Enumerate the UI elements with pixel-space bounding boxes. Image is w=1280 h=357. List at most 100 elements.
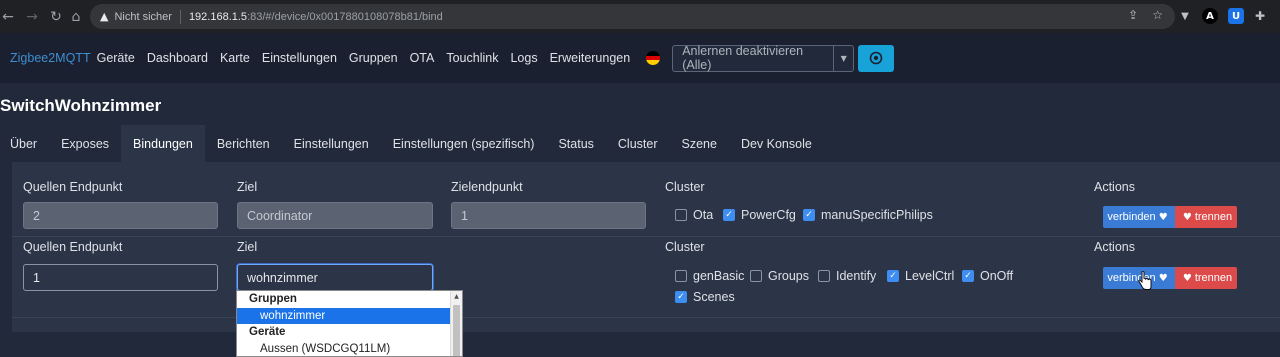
nav-erweiterungen[interactable]: Erweiterungen <box>550 51 631 65</box>
url-path: :83/#/device/0x0017880108078b81/bind <box>247 10 443 23</box>
dropdown-scrollbar[interactable]: ▲ <box>450 291 462 356</box>
hand-cursor-icon <box>1138 271 1152 290</box>
target-select[interactable]: wohnzimmer <box>237 264 433 291</box>
address-bar[interactable]: ▲ Nicht sicher 192.168.1.5:83/#/device/0… <box>90 4 1175 29</box>
nav-karte[interactable]: Karte <box>220 51 250 65</box>
cluster-name: LevelCtrl <box>905 269 955 283</box>
target-label: Ziel <box>237 240 258 254</box>
cluster-checkbox-ota[interactable]: Ota <box>675 208 713 222</box>
cluster-checkbox-levelctrl[interactable]: ✓ LevelCtrl <box>887 269 954 283</box>
target-label: Ziel <box>237 180 258 194</box>
browser-toolbar: ← → ↻ ⌂ ▲ Nicht sicher 192.168.1.5:83/#/… <box>0 0 1280 33</box>
unbind-label: trennen <box>1194 211 1233 223</box>
tab-dev-konsole[interactable]: Dev Konsole <box>729 125 824 162</box>
cluster-checkbox-identify[interactable]: Identify <box>818 269 876 283</box>
permit-join-label: Anlernen deaktivieren (Alle) <box>682 44 804 72</box>
checkbox-icon <box>675 209 687 221</box>
cluster-name: Identify <box>836 269 877 283</box>
divider <box>12 317 1280 318</box>
nav-geraete[interactable]: Geräte <box>97 51 135 65</box>
source-endpoint-select[interactable]: 2 <box>23 202 218 229</box>
nav-einstellungen[interactable]: Einstellungen <box>262 51 337 65</box>
cluster-name: genBasic <box>693 269 745 283</box>
cluster-checkbox-powercfg[interactable]: ✓ PowerCfg <box>723 208 796 222</box>
puzzle-icon[interactable]: ✚ <box>1252 8 1268 24</box>
divider <box>12 236 1280 237</box>
security-label: Nicht sicher <box>114 10 172 23</box>
target-endpoint-select[interactable]: 1 <box>451 202 646 229</box>
actions-label: Actions <box>1094 180 1135 194</box>
checkbox-icon <box>750 270 762 282</box>
permit-join-select[interactable]: Anlernen deaktivieren (Alle) ▼ <box>672 44 855 72</box>
dropdown-group-header: Gruppen <box>249 293 297 306</box>
nav-dashboard[interactable]: Dashboard <box>147 51 208 65</box>
cluster-checkbox-scenes[interactable]: ✓ Scenes <box>675 290 735 304</box>
source-endpoint-select[interactable]: 1 <box>23 264 218 291</box>
dropdown-option-wohnzimmer[interactable]: wohnzimmer <box>237 307 451 324</box>
scroll-up-icon[interactable]: ▲ <box>451 291 462 303</box>
tab-status[interactable]: Status <box>546 125 605 162</box>
binding-actions: verbinden ♥ ♥ trennen <box>1103 267 1237 289</box>
back-icon[interactable]: ← <box>0 9 20 25</box>
url-host: 192.168.1.5 <box>188 10 248 23</box>
heart-icon: ♥ <box>1158 211 1168 223</box>
target-dropdown-list[interactable]: Gruppen wohnzimmer Geräte Aussen (WSDCGQ… <box>236 290 463 357</box>
nav-ota[interactable]: OTA <box>410 51 435 65</box>
actions-label: Actions <box>1094 240 1135 254</box>
bindings-panel <box>12 162 1280 332</box>
cluster-name: OnOff <box>980 269 1014 283</box>
target-select[interactable]: Coordinator <box>237 202 433 229</box>
check-icon: ✓ <box>962 270 974 282</box>
check-icon: ✓ <box>723 209 735 221</box>
forward-icon[interactable]: → <box>20 9 44 25</box>
cluster-label: Cluster <box>665 180 705 194</box>
tab-exposes[interactable]: Exposes <box>49 125 121 162</box>
cluster-name: manuSpecificPhilips <box>821 208 933 222</box>
tab-ueber[interactable]: Über <box>0 125 49 162</box>
bind-button[interactable]: verbinden ♥ <box>1103 206 1175 228</box>
binding-actions: verbinden ♥ ♥ trennen <box>1103 206 1237 228</box>
cluster-checkbox-manuspecificphilips[interactable]: ✓ manuSpecificPhilips <box>803 208 933 222</box>
app-navbar: Zigbee2MQTT Geräte Dashboard Karte Einst… <box>0 33 1280 83</box>
clock-icon <box>869 51 883 65</box>
broken-heart-icon: ♥ <box>1182 272 1192 284</box>
u-extension-icon[interactable]: U <box>1228 8 1244 24</box>
tab-bindungen[interactable]: Bindungen <box>121 125 205 162</box>
dropdown-group-header: Geräte <box>249 326 286 339</box>
cluster-name: Scenes <box>693 290 735 304</box>
cluster-name: Ota <box>693 208 714 222</box>
broken-heart-icon: ♥ <box>1182 211 1192 223</box>
unbind-button[interactable]: ♥ trennen <box>1175 206 1237 228</box>
bind-label: verbinden <box>1107 211 1156 223</box>
warning-icon[interactable]: ▲ <box>100 10 108 23</box>
nav-logs[interactable]: Logs <box>510 51 537 65</box>
tab-berichten[interactable]: Berichten <box>205 125 282 162</box>
check-icon: ✓ <box>675 291 687 303</box>
tab-einstellungen-spezifisch[interactable]: Einstellungen (spezifisch) <box>381 125 547 162</box>
vivaldi-extension-icon[interactable]: ▼ <box>1177 8 1193 24</box>
permit-join-button[interactable] <box>858 44 895 72</box>
a-extension-icon[interactable]: A <box>1202 8 1218 24</box>
tab-cluster[interactable]: Cluster <box>606 125 670 162</box>
tab-szene[interactable]: Szene <box>669 125 728 162</box>
brand-link[interactable]: Zigbee2MQTT <box>10 51 91 65</box>
dropdown-option-aussen[interactable]: Aussen (WSDCGQ11LM) <box>237 341 462 357</box>
check-icon: ✓ <box>803 209 815 221</box>
cluster-checkbox-onoff[interactable]: ✓ OnOff <box>962 269 1013 283</box>
scroll-thumb[interactable] <box>453 305 460 356</box>
unbind-label: trennen <box>1194 272 1233 284</box>
cluster-checkbox-genbasic[interactable]: genBasic <box>675 269 744 283</box>
checkbox-icon <box>675 270 687 282</box>
tab-einstellungen[interactable]: Einstellungen <box>282 125 381 162</box>
cluster-checkbox-groups[interactable]: Groups <box>750 269 809 283</box>
language-flag-icon[interactable] <box>646 51 661 65</box>
cluster-label: Cluster <box>665 240 705 254</box>
home-icon[interactable]: ⌂ <box>64 9 88 25</box>
chevron-down-icon[interactable]: ▼ <box>833 45 853 71</box>
star-icon[interactable]: ☆ <box>1152 8 1163 22</box>
share-icon[interactable]: ⇪ <box>1128 8 1138 22</box>
unbind-button[interactable]: ♥ trennen <box>1175 267 1237 289</box>
check-icon: ✓ <box>887 270 899 282</box>
nav-gruppen[interactable]: Gruppen <box>349 51 398 65</box>
nav-touchlink[interactable]: Touchlink <box>446 51 498 65</box>
